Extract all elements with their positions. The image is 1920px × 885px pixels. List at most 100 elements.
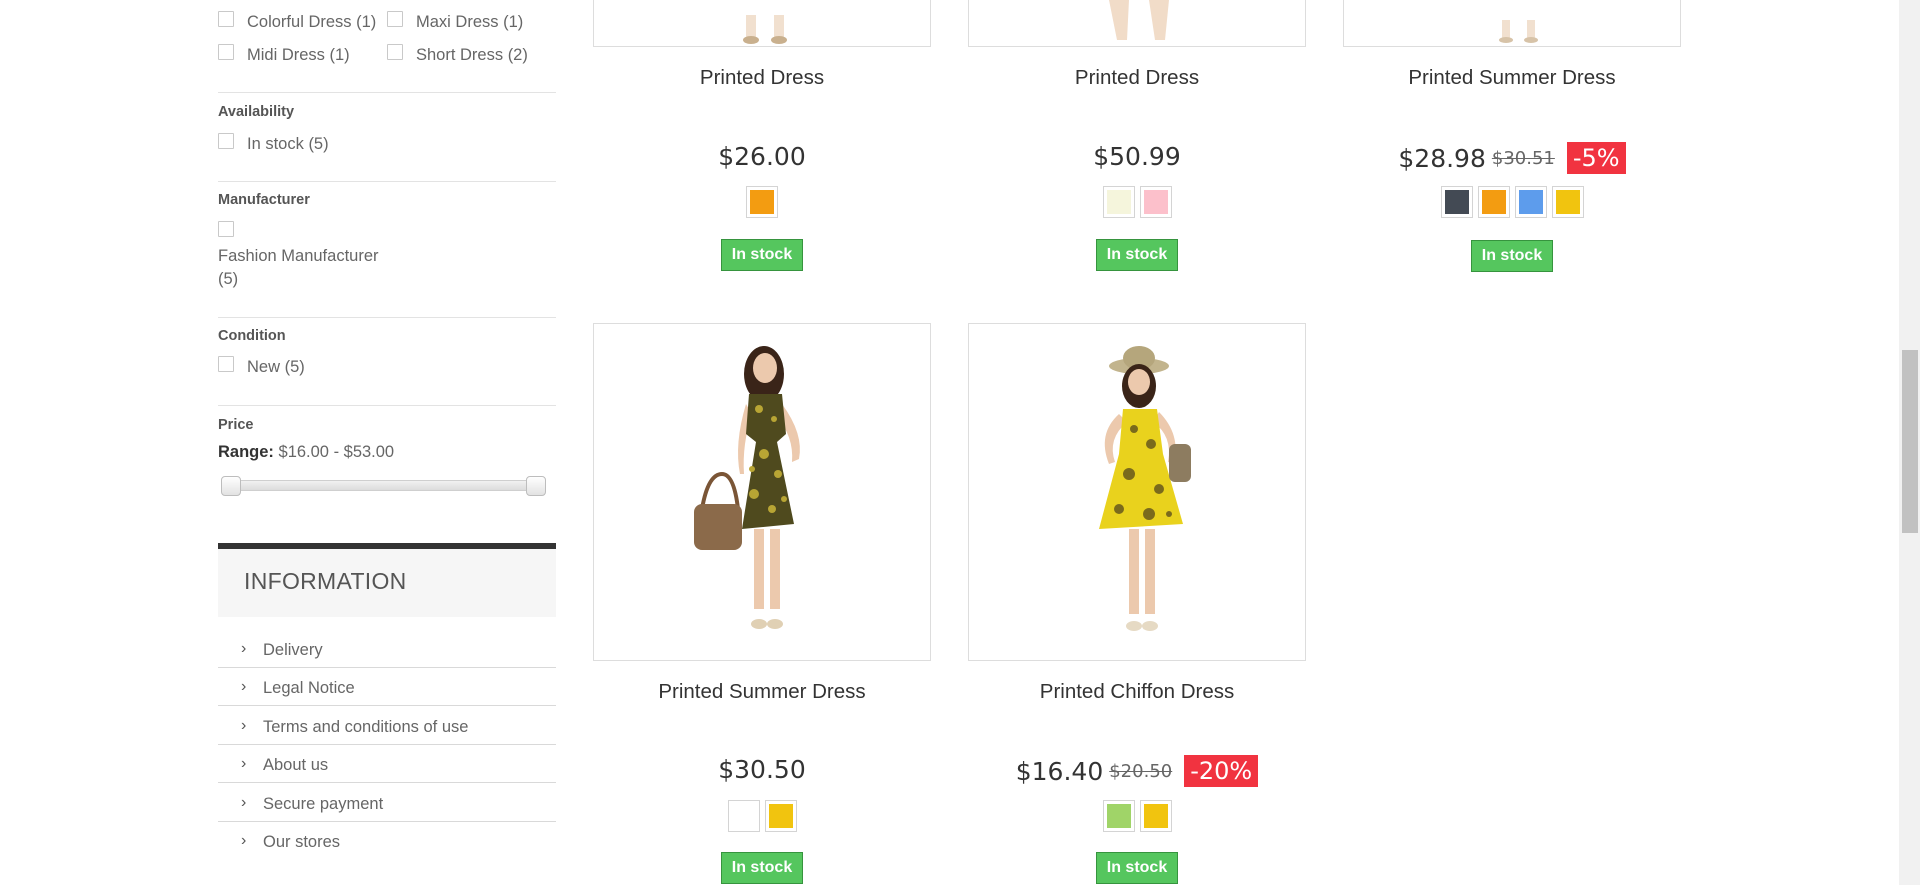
in-stock-badge: In stock <box>1470 240 1554 272</box>
in-stock-badge: In stock <box>720 852 804 884</box>
category-label: Midi Dress (1) <box>247 46 350 64</box>
chevron-right-icon: › <box>241 755 247 772</box>
product-price: $26.00 <box>718 142 806 171</box>
info-link-label: Legal Notice <box>263 679 355 697</box>
filter-divider <box>218 405 556 406</box>
price-slider-min-handle[interactable] <box>221 476 241 496</box>
color-swatches <box>968 186 1306 218</box>
price-row: $28.98 $30.51 -5% <box>1343 142 1681 174</box>
checkbox-fashion-manufacturer[interactable] <box>218 221 234 237</box>
checkbox-in-stock[interactable] <box>218 133 234 149</box>
product-image[interactable] <box>593 0 931 47</box>
product-name[interactable]: Printed Dress <box>593 66 931 90</box>
range-value: $16.00 - $53.00 <box>278 443 395 461</box>
swatch-color <box>750 190 774 214</box>
info-link-delivery[interactable]: › Delivery <box>218 630 556 668</box>
info-link-secure-payment[interactable]: › Secure payment <box>218 784 556 822</box>
price-slider-max-handle[interactable] <box>526 476 546 496</box>
chevron-right-icon: › <box>241 640 247 657</box>
filter-title-condition: Condition <box>218 328 286 344</box>
dress-photo-icon <box>1109 0 1169 40</box>
color-swatch[interactable] <box>1514 186 1547 218</box>
checkbox-maxi-dress[interactable] <box>387 11 403 27</box>
swatch-color <box>1143 804 1168 828</box>
filter-divider <box>218 92 556 93</box>
price-slider-track[interactable] <box>224 480 542 491</box>
color-swatch[interactable] <box>727 800 760 832</box>
price-row: $30.50 <box>593 755 931 784</box>
dress-photo-icon <box>743 15 787 44</box>
color-swatch[interactable] <box>1551 186 1584 218</box>
chevron-right-icon: › <box>241 832 247 849</box>
information-header: INFORMATION <box>218 543 556 617</box>
chevron-right-icon: › <box>241 717 247 734</box>
color-swatch[interactable] <box>1440 186 1473 218</box>
info-link-about-us[interactable]: › About us <box>218 745 556 783</box>
checkbox-new[interactable] <box>218 356 234 372</box>
swatch-color <box>1106 190 1131 214</box>
info-link-legal-notice[interactable]: › Legal Notice <box>218 668 556 706</box>
product-image[interactable] <box>968 323 1306 661</box>
product-name[interactable]: Printed Summer Dress <box>1343 66 1681 90</box>
product-image[interactable] <box>1343 0 1681 47</box>
checkbox-short-dress[interactable] <box>387 44 403 60</box>
color-swatch[interactable] <box>1102 800 1135 832</box>
product-price: $16.40 <box>1015 756 1104 786</box>
checkbox-midi-dress[interactable] <box>218 44 234 60</box>
product-price: $50.99 <box>1093 142 1181 171</box>
chevron-right-icon: › <box>241 794 247 811</box>
filter-title-manufacturer: Manufacturer <box>218 192 310 208</box>
swatch-color <box>731 804 756 828</box>
product-price: $30.50 <box>718 755 806 784</box>
category-label: Short Dress (2) <box>416 46 528 64</box>
scrollbar-thumb[interactable] <box>1902 350 1918 533</box>
product-price: $28.98 <box>1398 143 1486 173</box>
dress-photo-icon <box>1499 20 1538 43</box>
stock-wrap: In stock <box>1343 240 1681 272</box>
info-link-label: Delivery <box>263 641 323 659</box>
color-swatches <box>968 800 1306 832</box>
price-range-label: Range: $16.00 - $53.00 <box>218 443 394 462</box>
checkbox-colorful-dress[interactable] <box>218 11 234 27</box>
product-image[interactable] <box>968 0 1306 47</box>
filter-title-price: Price <box>218 417 254 433</box>
swatch-color <box>768 804 793 828</box>
color-swatch[interactable] <box>1477 186 1510 218</box>
in-stock-badge: In stock <box>1095 239 1179 271</box>
product-image[interactable] <box>593 323 931 661</box>
category-label: Maxi Dress (1) <box>416 13 524 31</box>
filter-divider <box>218 317 556 318</box>
info-link-label: About us <box>263 756 329 774</box>
discount-badge: -5% <box>1566 142 1626 174</box>
dress-photo-icon <box>694 346 800 629</box>
swatch-color <box>1518 190 1543 214</box>
info-link-label: Terms and conditions of use <box>263 718 469 736</box>
color-swatch[interactable] <box>746 186 778 218</box>
price-row: $50.99 <box>968 142 1306 171</box>
color-swatches <box>593 800 931 832</box>
color-swatch[interactable] <box>1139 800 1172 832</box>
swatch-color <box>1143 190 1168 214</box>
info-link-terms[interactable]: › Terms and conditions of use <box>218 707 556 745</box>
color-swatch[interactable] <box>1139 186 1172 218</box>
in-stock-badge: In stock <box>720 239 804 271</box>
info-link-our-stores[interactable]: › Our stores <box>218 822 556 860</box>
product-name[interactable]: Printed Summer Dress <box>593 680 931 704</box>
dress-photo-icon <box>1099 346 1191 631</box>
color-swatch[interactable] <box>1102 186 1135 218</box>
info-link-label: Secure payment <box>263 795 384 813</box>
manufacturer-label: Fashion Manufacturer <box>218 247 379 265</box>
availability-label: In stock (5) <box>247 135 329 153</box>
info-link-label: Our stores <box>263 833 341 851</box>
filter-title-availability: Availability <box>218 104 295 120</box>
price-row: $16.40 $20.50 -20% <box>968 755 1306 787</box>
color-swatches <box>1343 186 1681 218</box>
in-stock-badge: In stock <box>1095 852 1179 884</box>
color-swatch[interactable] <box>764 800 797 832</box>
stock-wrap: In stock <box>593 852 931 884</box>
range-prefix: Range: <box>218 443 274 461</box>
product-name[interactable]: Printed Chiffon Dress <box>968 680 1306 704</box>
category-label: Colorful Dress (1) <box>247 13 377 31</box>
product-name[interactable]: Printed Dress <box>968 66 1306 90</box>
chevron-right-icon: › <box>241 678 247 695</box>
